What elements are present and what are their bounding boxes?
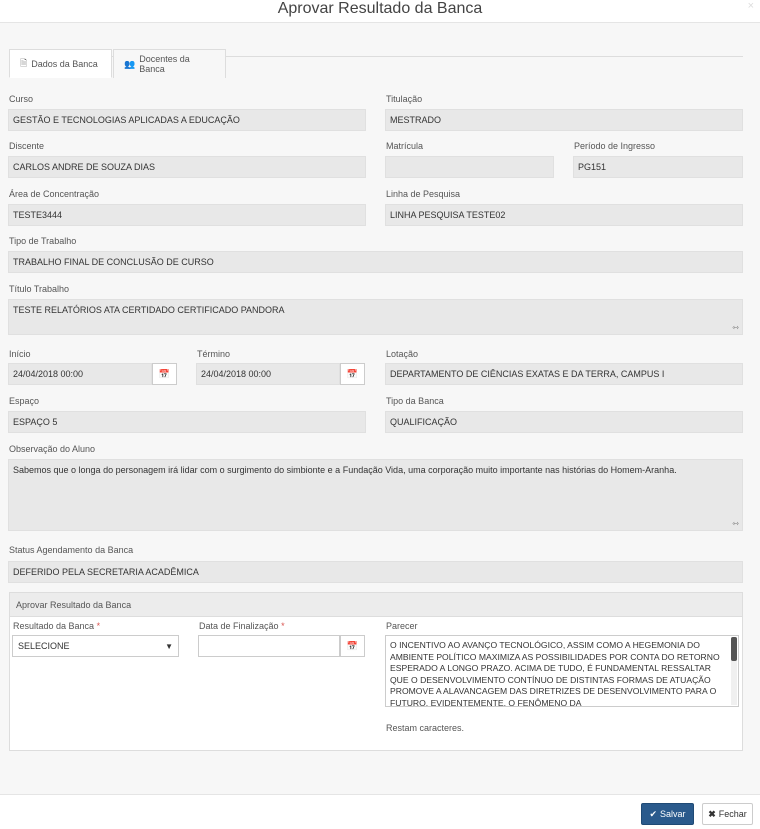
save-button[interactable]: ✔ Salvar [641, 803, 694, 825]
lotacao-field[interactable]: DEPARTAMENTO DE CIÊNCIAS EXATAS E DA TER… [385, 363, 743, 385]
close-icon[interactable]: × [748, 0, 754, 12]
linha-label: Linha de Pesquisa [386, 189, 461, 199]
approval-panel-heading: Aprovar Resultado da Banca [10, 593, 742, 617]
status-field[interactable]: DEFERIDO PELA SECRETARIA ACADÊMICA [8, 561, 743, 583]
curso-label: Curso [9, 94, 34, 104]
tab-docentes-da-banca[interactable]: 👥 Docentes da Banca [113, 49, 226, 78]
close-button[interactable]: ✖ Fechar [702, 803, 753, 825]
termino-label: Término [197, 349, 231, 359]
matricula-field[interactable] [385, 156, 554, 178]
area-label: Área de Concentração [9, 189, 100, 199]
titulo-label: Título Trabalho [9, 284, 70, 294]
observacao-label: Observação do Aluno [9, 444, 96, 454]
curso-field[interactable]: GESTÃO E TECNOLOGIAS APLICADAS A EDUCAÇÃ… [8, 109, 366, 131]
tipo-trabalho-label: Tipo de Trabalho [9, 236, 77, 246]
tab-dados-da-banca[interactable]: 🗎 Dados da Banca [9, 49, 112, 78]
linha-field[interactable]: LINHA PESQUISA TESTE02 [385, 204, 743, 226]
resultado-select[interactable]: SELECIONE ▼ [12, 635, 179, 657]
scrollbar-thumb[interactable] [731, 637, 737, 661]
observacao-textarea[interactable]: Sabemos que o longa do personagem irá li… [8, 459, 743, 531]
area-field[interactable]: TESTE3444 [8, 204, 366, 226]
users-icon: 👥 [124, 58, 136, 69]
discente-label: Discente [9, 141, 45, 151]
data-finalizacao-label: Data de Finalização * [199, 621, 285, 631]
status-label: Status Agendamento da Banca [9, 545, 134, 555]
inicio-label: Início [9, 349, 31, 359]
calendar-icon[interactable]: 📅 [152, 363, 177, 385]
data-finalizacao-input[interactable] [198, 635, 340, 657]
parecer-label: Parecer [386, 621, 418, 631]
modal-title: Aprovar Resultado da Banca [277, 0, 483, 17]
calendar-icon[interactable]: 📅 [340, 363, 365, 385]
inicio-field[interactable]: 24/04/2018 00:00 [8, 363, 152, 385]
espaco-label: Espaço [9, 396, 40, 406]
periodo-label: Período de Ingresso [574, 141, 656, 151]
tipo-trabalho-field[interactable]: TRABALHO FINAL DE CONCLUSÃO DE CURSO [8, 251, 743, 273]
termino-field[interactable]: 24/04/2018 00:00 [196, 363, 340, 385]
chars-left-text: Restam caracteres. [386, 723, 465, 733]
close-icon: ✖ [708, 808, 716, 819]
resize-handle-icon[interactable]: ⇿ [732, 519, 739, 528]
lotacao-label: Lotação [386, 349, 419, 359]
caret-down-icon: ▼ [165, 641, 173, 651]
calendar-icon[interactable]: 📅 [340, 635, 365, 657]
tipo-banca-label: Tipo da Banca [386, 396, 444, 406]
titulacao-field[interactable]: MESTRADO [385, 109, 743, 131]
tipo-banca-field[interactable]: QUALIFICAÇÃO [385, 411, 743, 433]
titulacao-label: Titulação [386, 94, 423, 104]
thumbs-up-icon: ✔ [649, 808, 658, 819]
parecer-textarea[interactable]: O INCENTIVO AO AVANÇO TECNOLÓGICO, ASSIM… [385, 635, 739, 707]
espaco-field[interactable]: ESPAÇO 5 [8, 411, 366, 433]
resultado-label: Resultado da Banca * [13, 621, 101, 631]
matricula-label: Matrícula [386, 141, 424, 151]
periodo-field[interactable]: PG151 [573, 156, 743, 178]
resize-handle-icon[interactable]: ⇿ [732, 323, 739, 332]
titulo-textarea[interactable]: TESTE RELATÓRIOS ATA CERTIDADO CERTIFICA… [8, 299, 743, 335]
discente-field[interactable]: CARLOS ANDRE DE SOUZA DIAS [8, 156, 366, 178]
document-icon: 🗎 [20, 57, 28, 68]
